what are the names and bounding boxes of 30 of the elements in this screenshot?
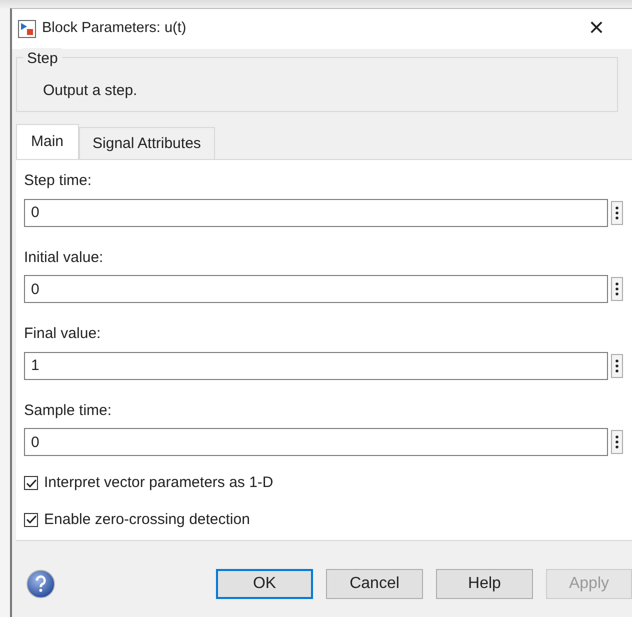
checkbox-label: Interpret vector parameters as 1-D bbox=[44, 473, 274, 493]
more-options-button[interactable] bbox=[611, 430, 623, 454]
more-options-button[interactable] bbox=[611, 354, 623, 378]
checkbox-label: Enable zero-crossing detection bbox=[44, 510, 250, 530]
dialog-button[interactable]: OK bbox=[216, 569, 313, 599]
field-label: Final value: bbox=[24, 324, 102, 344]
window-title: Block Parameters: u(t) bbox=[42, 19, 188, 38]
more-options-button[interactable] bbox=[611, 200, 623, 224]
vertical-dots-icon bbox=[615, 206, 619, 220]
checkbox[interactable] bbox=[24, 512, 38, 527]
help-icon[interactable] bbox=[26, 569, 56, 599]
checkbox[interactable] bbox=[24, 476, 38, 490]
vertical-dots-icon bbox=[615, 282, 619, 296]
vertical-dots-icon bbox=[615, 358, 619, 372]
tab[interactable]: Main bbox=[16, 124, 79, 159]
field-label: Initial value: bbox=[24, 248, 104, 268]
tab[interactable]: Signal Attributes bbox=[78, 126, 215, 159]
more-options-button[interactable] bbox=[611, 277, 623, 301]
input-field[interactable]: 0 bbox=[24, 428, 608, 456]
close-button[interactable]: × bbox=[588, 14, 626, 44]
field-label: Step time: bbox=[24, 171, 93, 191]
block-description: Output a step. bbox=[43, 81, 138, 101]
input-field[interactable]: 0 bbox=[24, 198, 608, 226]
input-field[interactable]: 1 bbox=[24, 352, 608, 380]
input-field[interactable]: 0 bbox=[24, 275, 608, 303]
block-icon bbox=[18, 20, 36, 38]
dialog-button[interactable]: Help bbox=[436, 569, 533, 599]
dialog-button[interactable]: Cancel bbox=[326, 569, 423, 599]
vertical-dots-icon bbox=[615, 435, 619, 449]
field-label: Sample time: bbox=[24, 400, 113, 420]
